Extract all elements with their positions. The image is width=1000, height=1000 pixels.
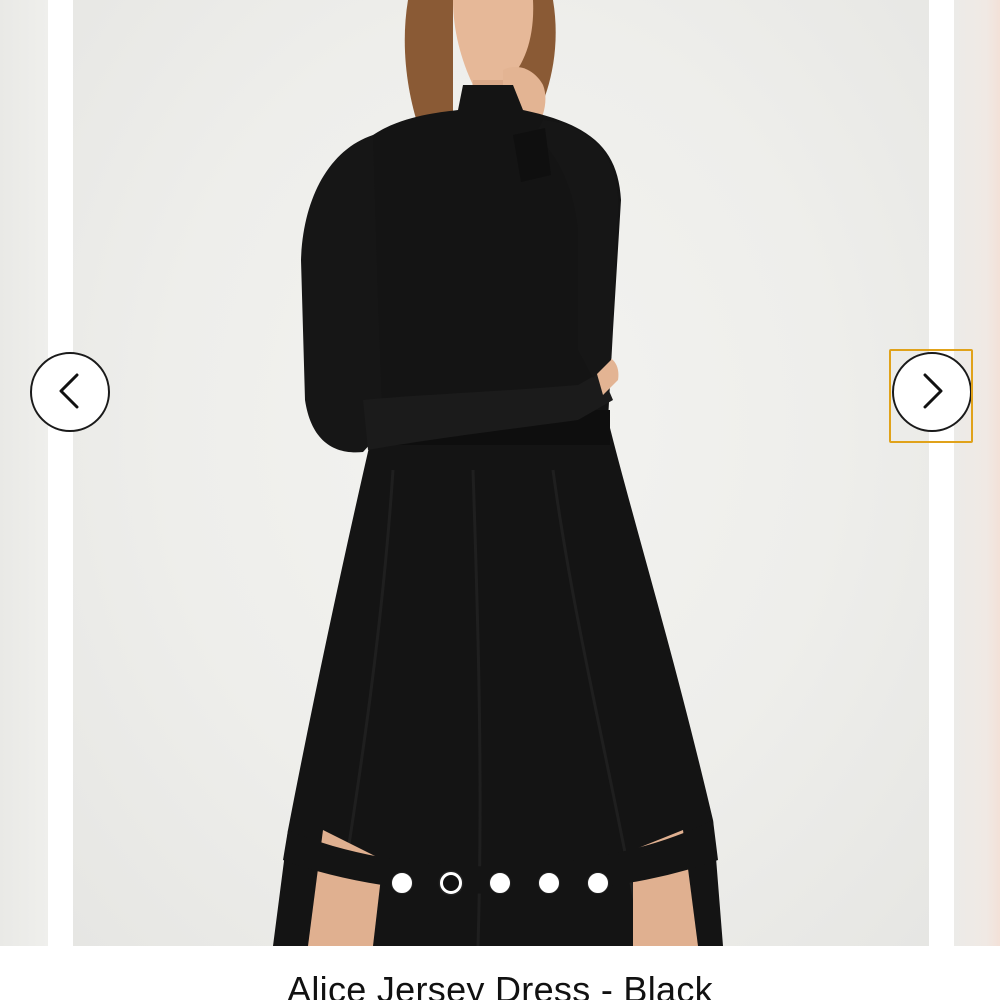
- carousel-dot[interactable]: [538, 872, 560, 894]
- carousel-pagination: [391, 872, 609, 894]
- product-photo: [273, 0, 723, 946]
- next-slide-peek: [954, 0, 1000, 946]
- product-image-slide: [73, 0, 929, 946]
- carousel-dot[interactable]: [489, 872, 511, 894]
- chevron-left-icon: [55, 371, 85, 414]
- previous-slide-peek: [0, 0, 48, 946]
- product-title: Alice Jersey Dress - Black: [287, 969, 713, 1000]
- product-page: Alice Jersey Dress - Black: [0, 0, 1000, 1000]
- previous-image-button[interactable]: [30, 352, 110, 432]
- chevron-right-icon: [917, 371, 947, 414]
- carousel-dot[interactable]: [391, 872, 413, 894]
- carousel-dot[interactable]: [587, 872, 609, 894]
- carousel-dot-active[interactable]: [440, 872, 462, 894]
- next-image-button[interactable]: [892, 352, 972, 432]
